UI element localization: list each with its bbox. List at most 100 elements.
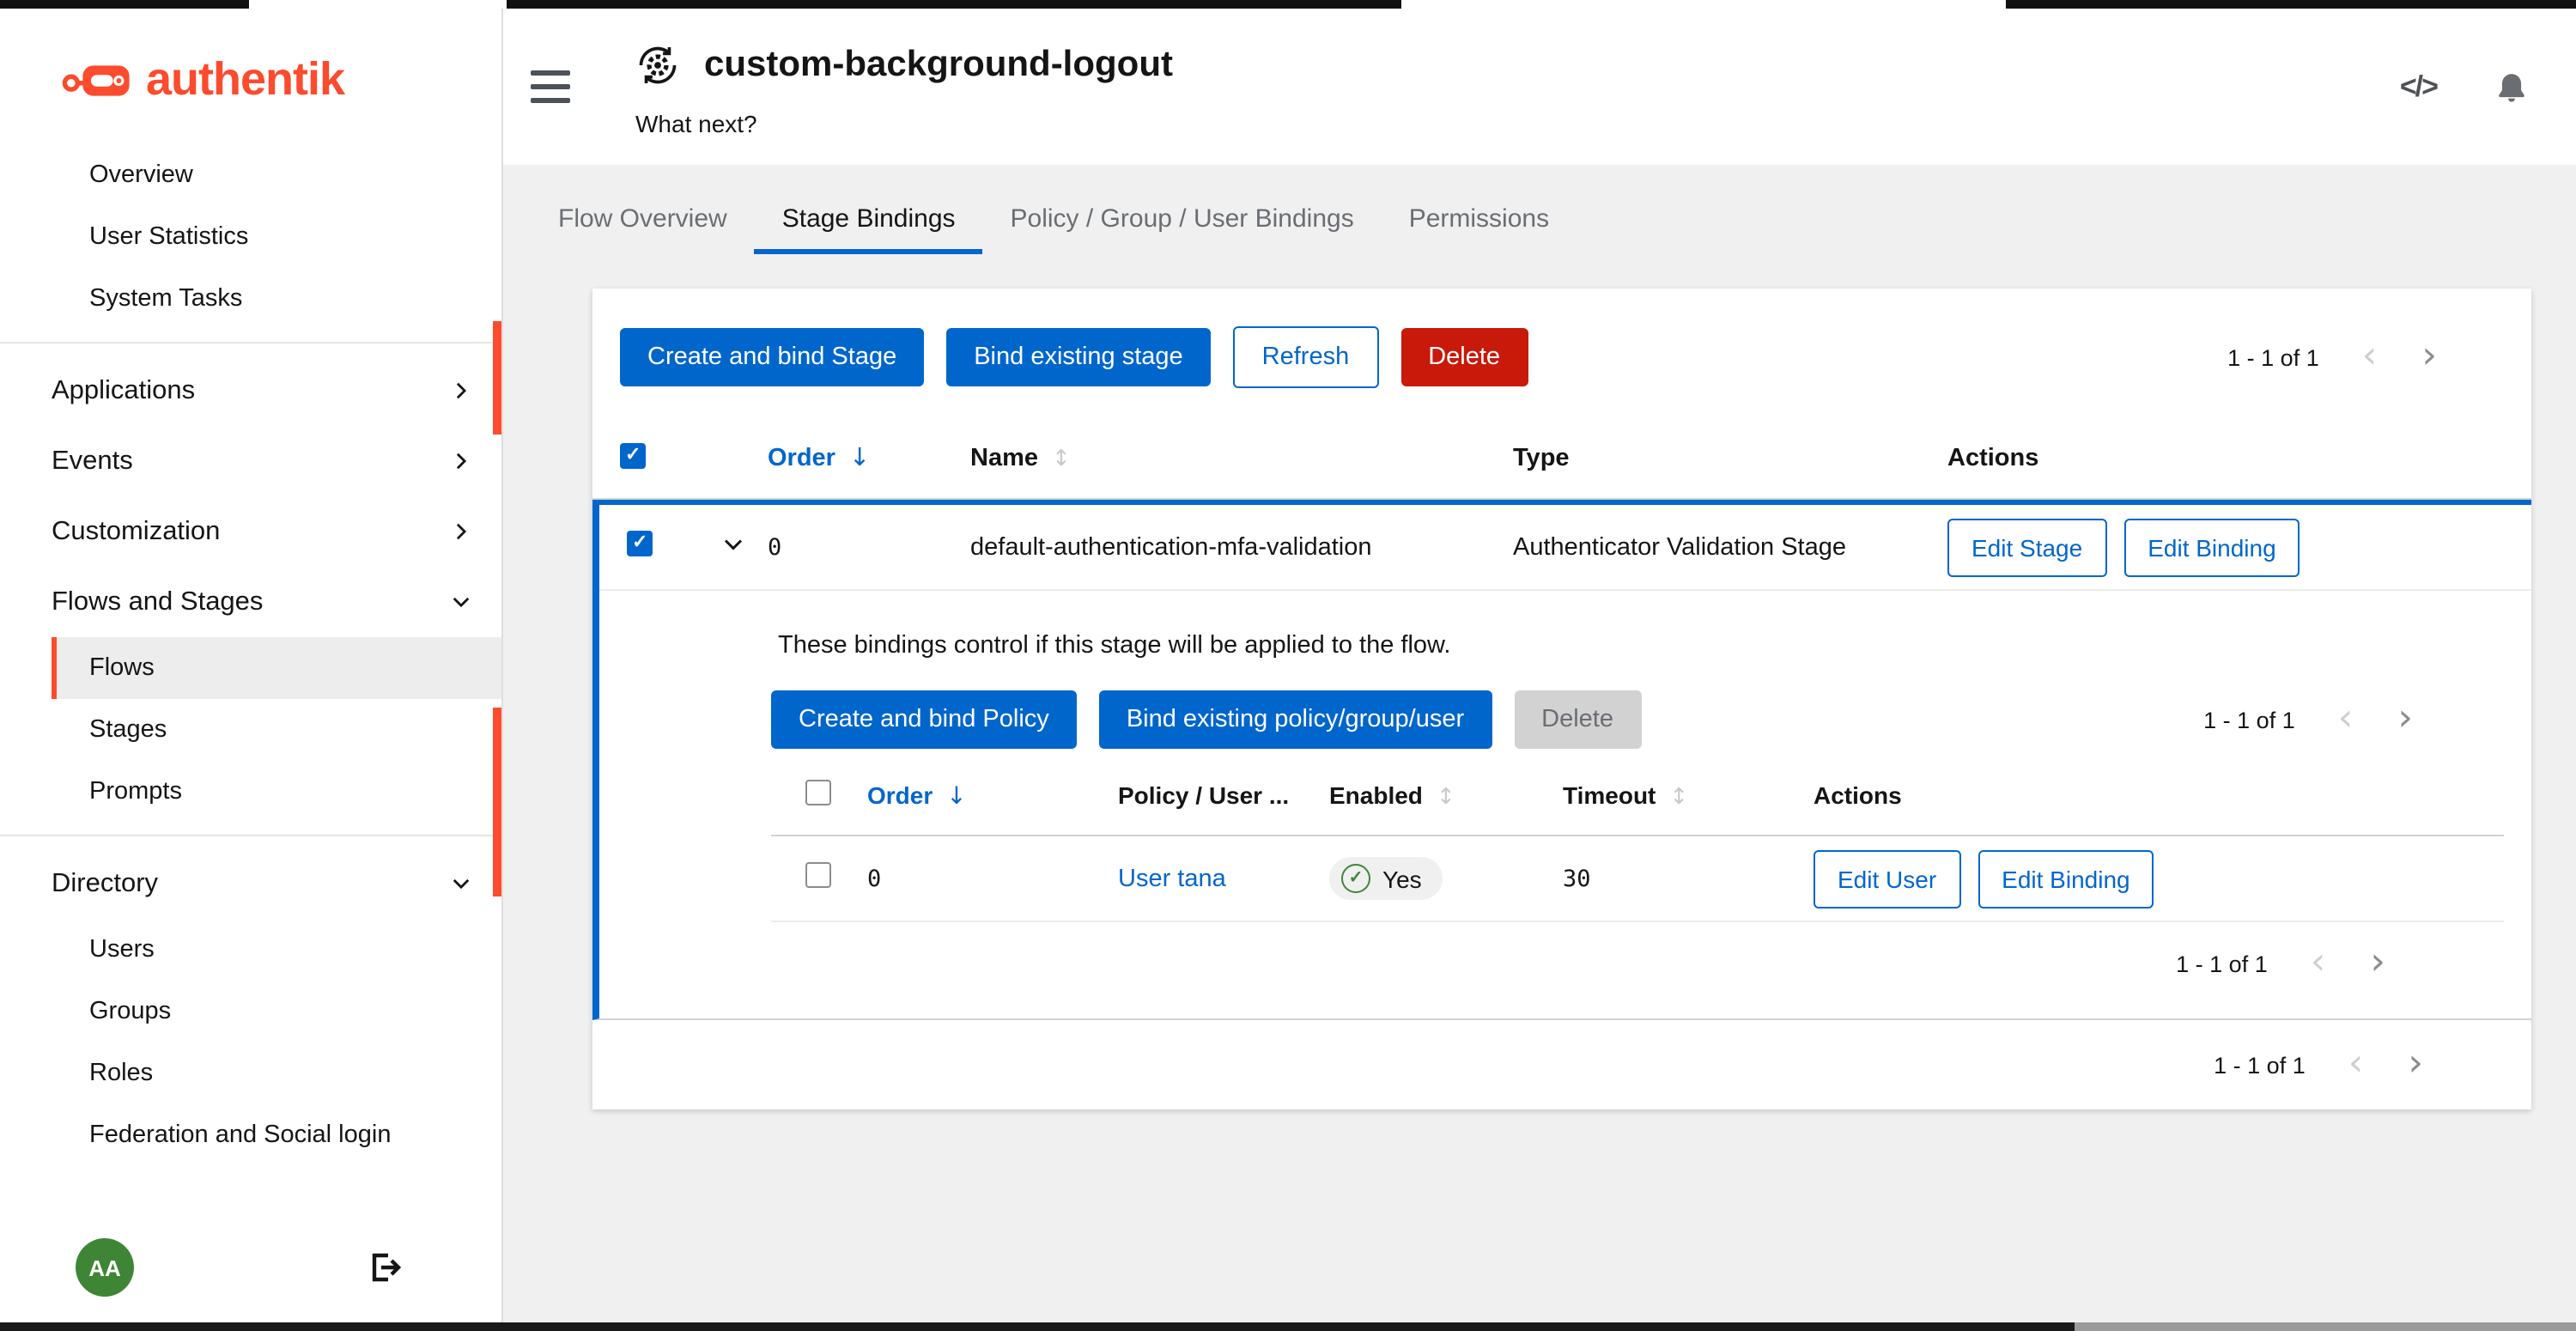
tab-bar: Flow Overview Stage Bindings Policy / Gr… bbox=[531, 185, 2576, 254]
pagination-prev-button[interactable]: ‹ bbox=[2343, 343, 2397, 371]
bind-existing-stage-button[interactable]: Bind existing stage bbox=[946, 328, 1210, 386]
sidebar-item-label: Applications bbox=[52, 375, 195, 406]
policy-pagination-bottom: 1 - 1 of 1 ‹ › bbox=[2176, 950, 2404, 977]
authentik-logo[interactable]: authentik bbox=[0, 9, 501, 134]
column-header-timeout[interactable]: Timeout↕ bbox=[1563, 781, 1814, 810]
edit-user-button[interactable]: Edit User bbox=[1814, 849, 1960, 908]
pagination-next-button[interactable]: › bbox=[2379, 706, 2432, 733]
refresh-button[interactable]: Refresh bbox=[1233, 326, 1379, 388]
page-header: custom-background-logout What next? </> bbox=[503, 9, 2576, 165]
sidebar-item-label: Groups bbox=[89, 998, 171, 1025]
expanded-row-group: 0 default-authentication-mfa-validation … bbox=[592, 500, 2531, 1020]
chevron-down-icon bbox=[452, 874, 471, 893]
pagination-next-button[interactable]: › bbox=[2389, 1051, 2442, 1079]
sidebar-item-flows[interactable]: Flows bbox=[52, 637, 501, 699]
pagination-label: 1 - 1 of 1 bbox=[2227, 344, 2319, 370]
edit-binding-button[interactable]: Edit Binding bbox=[1978, 849, 2154, 908]
sort-desc-icon: ↓ bbox=[946, 782, 966, 810]
sidebar-item-events[interactable]: Events bbox=[52, 426, 501, 496]
sidebar-item-stages[interactable]: Stages bbox=[52, 699, 501, 761]
sidebar-toggle-button[interactable] bbox=[531, 70, 570, 103]
stage-toolbar: Create and bind Stage Bind existing stag… bbox=[592, 289, 2531, 419]
tab-stage-bindings[interactable]: Stage Bindings bbox=[755, 185, 983, 254]
logout-button[interactable] bbox=[368, 1250, 402, 1285]
sidebar-item-overview[interactable]: Overview bbox=[52, 144, 501, 206]
policy-select-all-checkbox[interactable] bbox=[805, 780, 831, 805]
sidebar-item-label: Users bbox=[89, 936, 155, 963]
notifications-button[interactable] bbox=[2495, 70, 2528, 105]
screen-edge-top bbox=[0, 0, 2576, 9]
column-header-order[interactable]: Order↓ bbox=[768, 445, 970, 472]
pagination-prev-button[interactable]: ‹ bbox=[2292, 950, 2345, 977]
create-and-bind-policy-button[interactable]: Create and bind Policy bbox=[771, 690, 1077, 749]
sidebar-item-label: Customization bbox=[52, 516, 220, 547]
stage-pagination-bottom-wrap: 1 - 1 of 1 ‹ › bbox=[592, 1020, 2531, 1099]
pagination-prev-button[interactable]: ‹ bbox=[2330, 1051, 2383, 1079]
policy-order-value: 0 bbox=[867, 865, 1118, 892]
delete-button[interactable]: Delete bbox=[1400, 328, 1528, 386]
stage-table-row: 0 default-authentication-mfa-validation … bbox=[599, 505, 2531, 591]
sidebar-item-user-statistics[interactable]: User Statistics bbox=[52, 206, 501, 268]
sidebar-scrollbar-accent[interactable] bbox=[493, 708, 501, 896]
pagination-bottom: 1 - 1 of 1 ‹ › bbox=[2214, 1051, 2442, 1079]
column-header-order[interactable]: Order↓ bbox=[867, 781, 1118, 810]
bell-icon bbox=[2495, 70, 2528, 105]
tab-policy-group-user-bindings[interactable]: Policy / Group / User Bindings bbox=[983, 185, 1382, 254]
sidebar-item-flows-and-stages[interactable]: Flows and Stages bbox=[52, 567, 501, 637]
edit-binding-button[interactable]: Edit Binding bbox=[2123, 518, 2300, 576]
policy-pagination-bottom-wrap: 1 - 1 of 1 ‹ › bbox=[771, 922, 2504, 1018]
sidebar-item-federation-social-login[interactable]: Federation and Social login bbox=[52, 1104, 501, 1166]
tab-permissions[interactable]: Permissions bbox=[1382, 185, 1577, 254]
create-and-bind-stage-button[interactable]: Create and bind Stage bbox=[620, 328, 924, 386]
pagination-next-button[interactable]: › bbox=[2351, 950, 2404, 977]
chevron-right-icon bbox=[452, 381, 471, 400]
sidebar-item-label: Directory bbox=[52, 868, 158, 899]
policy-pagination-top: 1 - 1 of 1 ‹ › bbox=[2203, 706, 2432, 733]
api-browser-button[interactable]: </> bbox=[2400, 70, 2437, 105]
chevron-down-icon bbox=[723, 534, 744, 555]
pagination-label: 1 - 1 of 1 bbox=[2176, 951, 2268, 976]
flow-process-icon bbox=[635, 43, 680, 88]
brand-wordmark: authentik bbox=[146, 53, 344, 106]
tab-flow-overview[interactable]: Flow Overview bbox=[531, 185, 755, 254]
main-area: custom-background-logout What next? </> … bbox=[503, 9, 2576, 1331]
sidebar-divider bbox=[0, 835, 501, 836]
pagination-prev-button[interactable]: ‹ bbox=[2319, 706, 2372, 733]
sidebar-item-label: Overview bbox=[89, 161, 193, 189]
timeout-value: 30 bbox=[1563, 865, 1814, 892]
bindings-description: These bindings control if this stage wil… bbox=[778, 632, 2504, 659]
logout-icon bbox=[368, 1250, 402, 1285]
select-all-checkbox[interactable] bbox=[620, 442, 646, 468]
sidebar-item-applications[interactable]: Applications bbox=[52, 356, 501, 426]
sidebar-scrollbar-accent[interactable] bbox=[493, 321, 501, 435]
policy-row-checkbox[interactable] bbox=[805, 862, 831, 888]
column-header-actions: Actions bbox=[1947, 445, 2504, 472]
sidebar-item-roles[interactable]: Roles bbox=[52, 1042, 501, 1104]
column-header-name[interactable]: Name↕ bbox=[970, 445, 1513, 472]
sidebar-item-label: Federation and Social login bbox=[89, 1121, 391, 1149]
authentik-logo-icon bbox=[62, 56, 134, 104]
policy-delete-button[interactable]: Delete bbox=[1514, 690, 1641, 749]
row-checkbox[interactable] bbox=[627, 531, 653, 556]
avatar[interactable]: AA bbox=[76, 1238, 134, 1297]
sidebar-item-users[interactable]: Users bbox=[52, 919, 501, 981]
bind-existing-policy-button[interactable]: Bind existing policy/group/user bbox=[1099, 690, 1492, 749]
sidebar-item-groups[interactable]: Groups bbox=[52, 981, 501, 1042]
app: authentik Overview User Statistics Syste… bbox=[0, 0, 2576, 1331]
title-block: custom-background-logout What next? bbox=[635, 36, 1173, 137]
sidebar-item-prompts[interactable]: Prompts bbox=[52, 761, 501, 823]
sidebar-item-directory[interactable]: Directory bbox=[52, 848, 501, 919]
pagination-next-button[interactable]: › bbox=[2403, 343, 2456, 371]
row-expander-button[interactable] bbox=[699, 531, 768, 563]
policy-user-link[interactable]: User tana bbox=[1118, 865, 1329, 892]
edit-stage-button[interactable]: Edit Stage bbox=[1947, 518, 2106, 576]
stage-binding-details: These bindings control if this stage wil… bbox=[599, 591, 2531, 1018]
sidebar-item-label: Events bbox=[52, 446, 133, 477]
sidebar-item-customization[interactable]: Customization bbox=[52, 496, 501, 567]
sidebar-item-label: Flows bbox=[89, 654, 155, 682]
column-header-enabled[interactable]: Enabled↕ bbox=[1329, 781, 1563, 810]
pagination-top: 1 - 1 of 1 ‹ › bbox=[2227, 343, 2456, 371]
sidebar-item-system-tasks[interactable]: System Tasks bbox=[52, 268, 501, 330]
sidebar-item-label: Prompts bbox=[89, 778, 182, 805]
column-header-type: Type bbox=[1513, 445, 1947, 472]
